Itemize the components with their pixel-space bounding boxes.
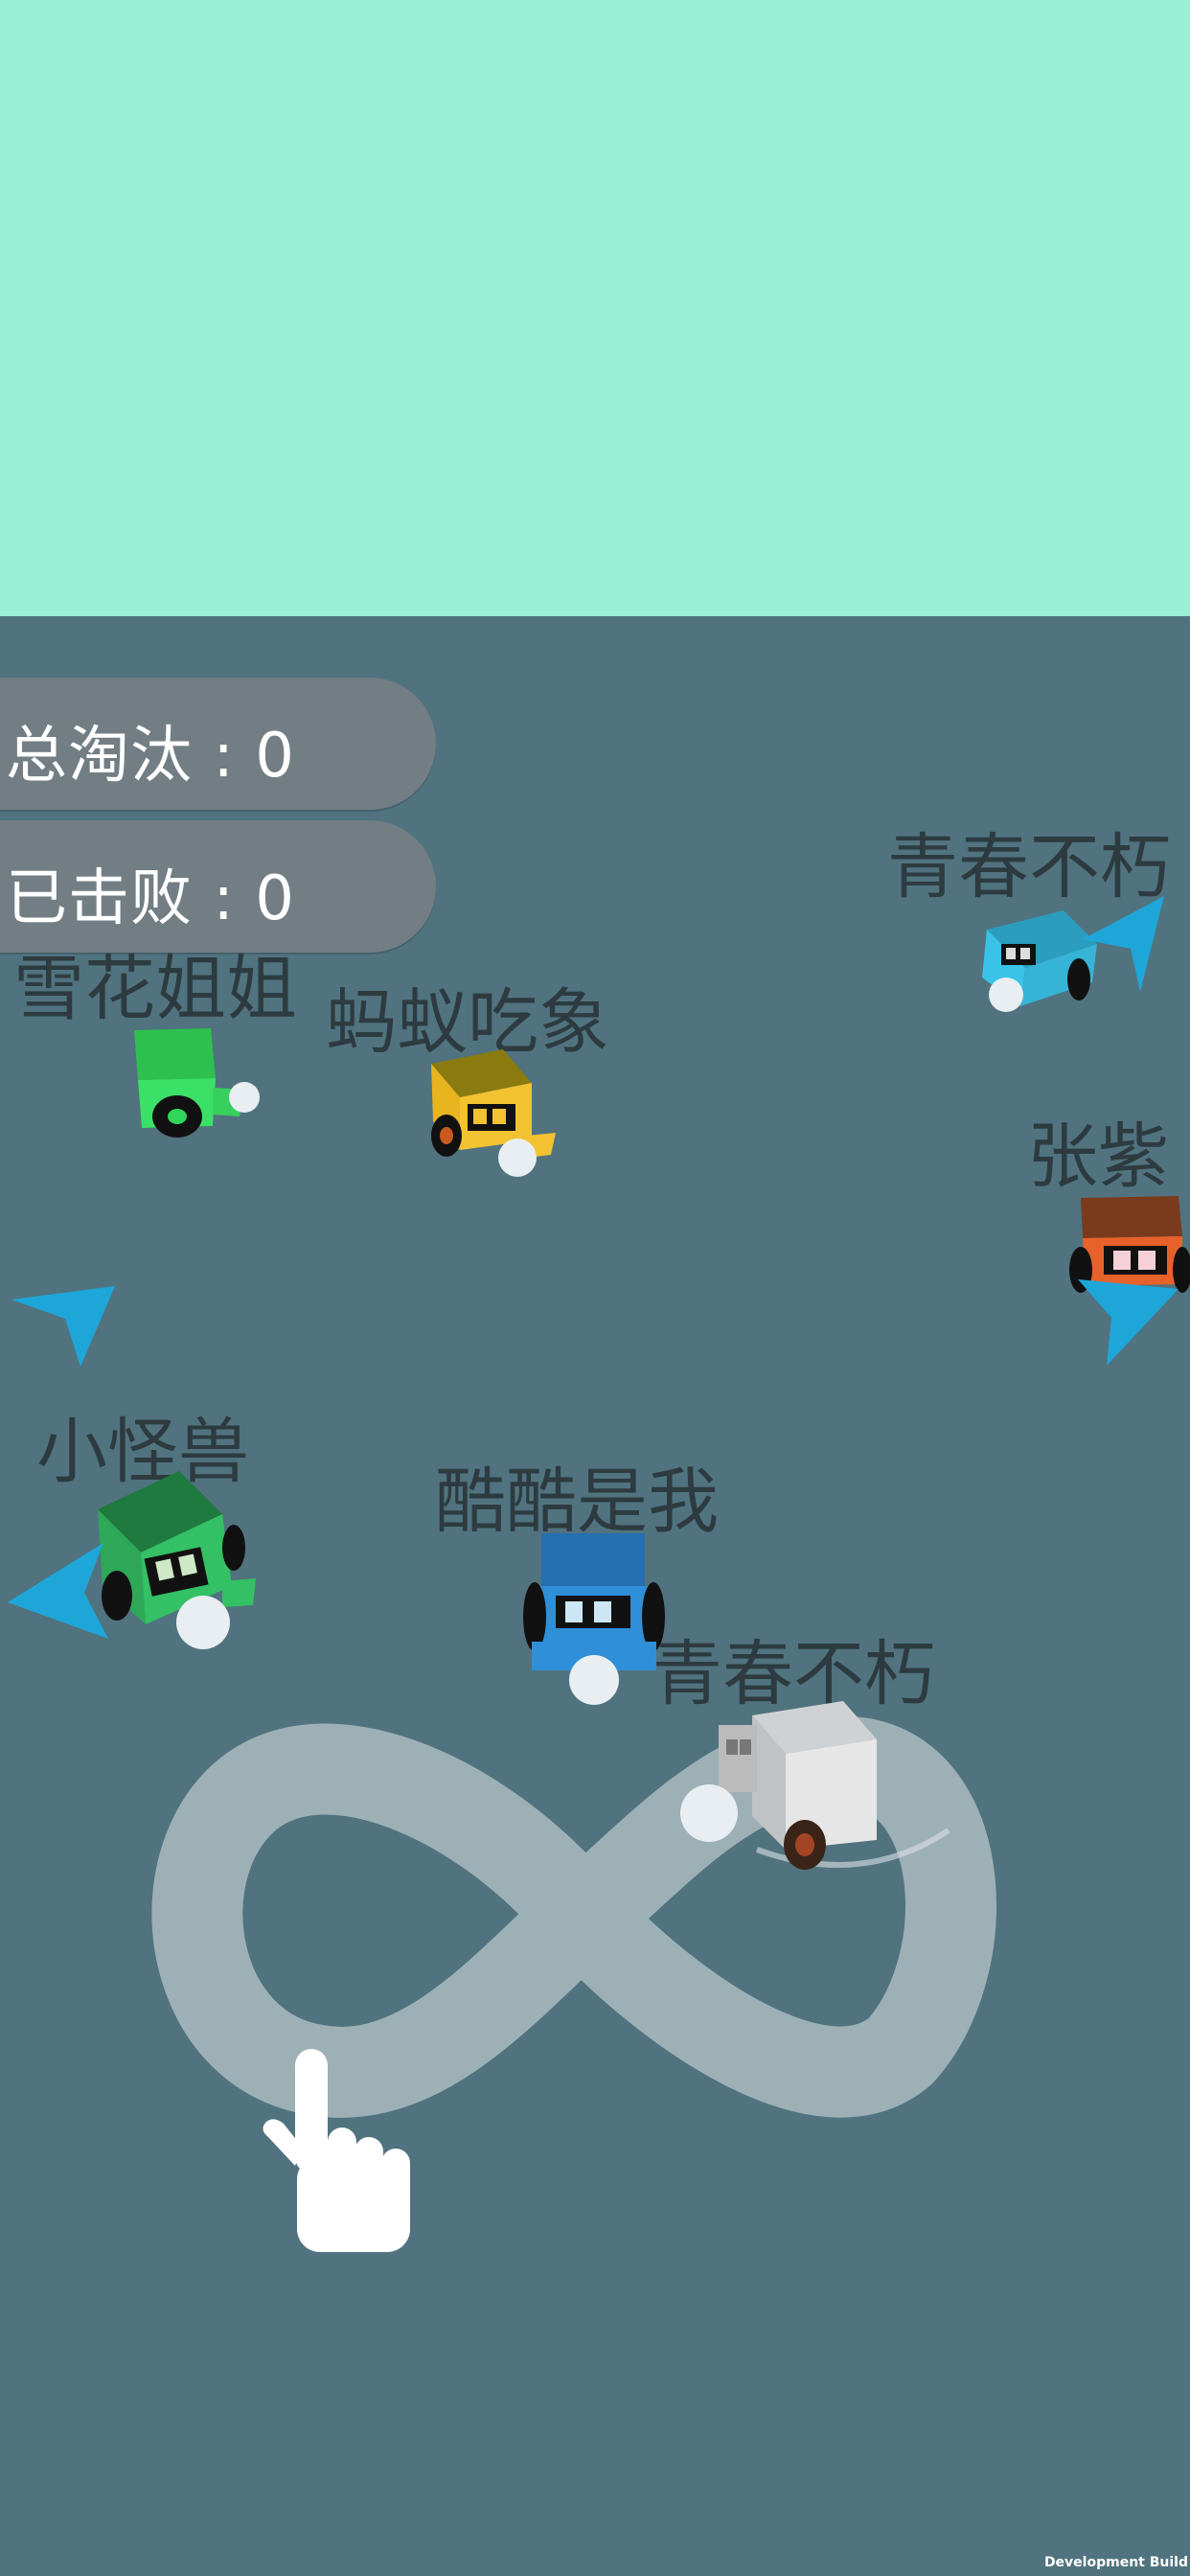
player-name-label: 张紫 xyxy=(1027,1116,1169,1198)
direction-arrow-icon xyxy=(8,1543,108,1639)
player-car xyxy=(680,1701,950,1870)
direction-arrow-icon xyxy=(11,1286,115,1367)
infinity-path-icon xyxy=(151,1715,996,2118)
player-name-label: 青春不朽 xyxy=(887,826,1171,908)
player-car xyxy=(98,1471,256,1649)
direction-arrow-icon xyxy=(1083,896,1164,992)
player-car xyxy=(431,1049,556,1177)
player-car xyxy=(523,1533,665,1705)
player-car xyxy=(134,1028,260,1138)
player-name-label: 酷酷是我 xyxy=(435,1460,719,1543)
development-build-label: Development Build xyxy=(1043,2555,1188,2570)
direction-arrow-icon xyxy=(1078,1279,1179,1366)
hand-pointer-icon xyxy=(263,2049,410,2252)
player-name-label: 雪花姐姐 xyxy=(13,948,297,1030)
